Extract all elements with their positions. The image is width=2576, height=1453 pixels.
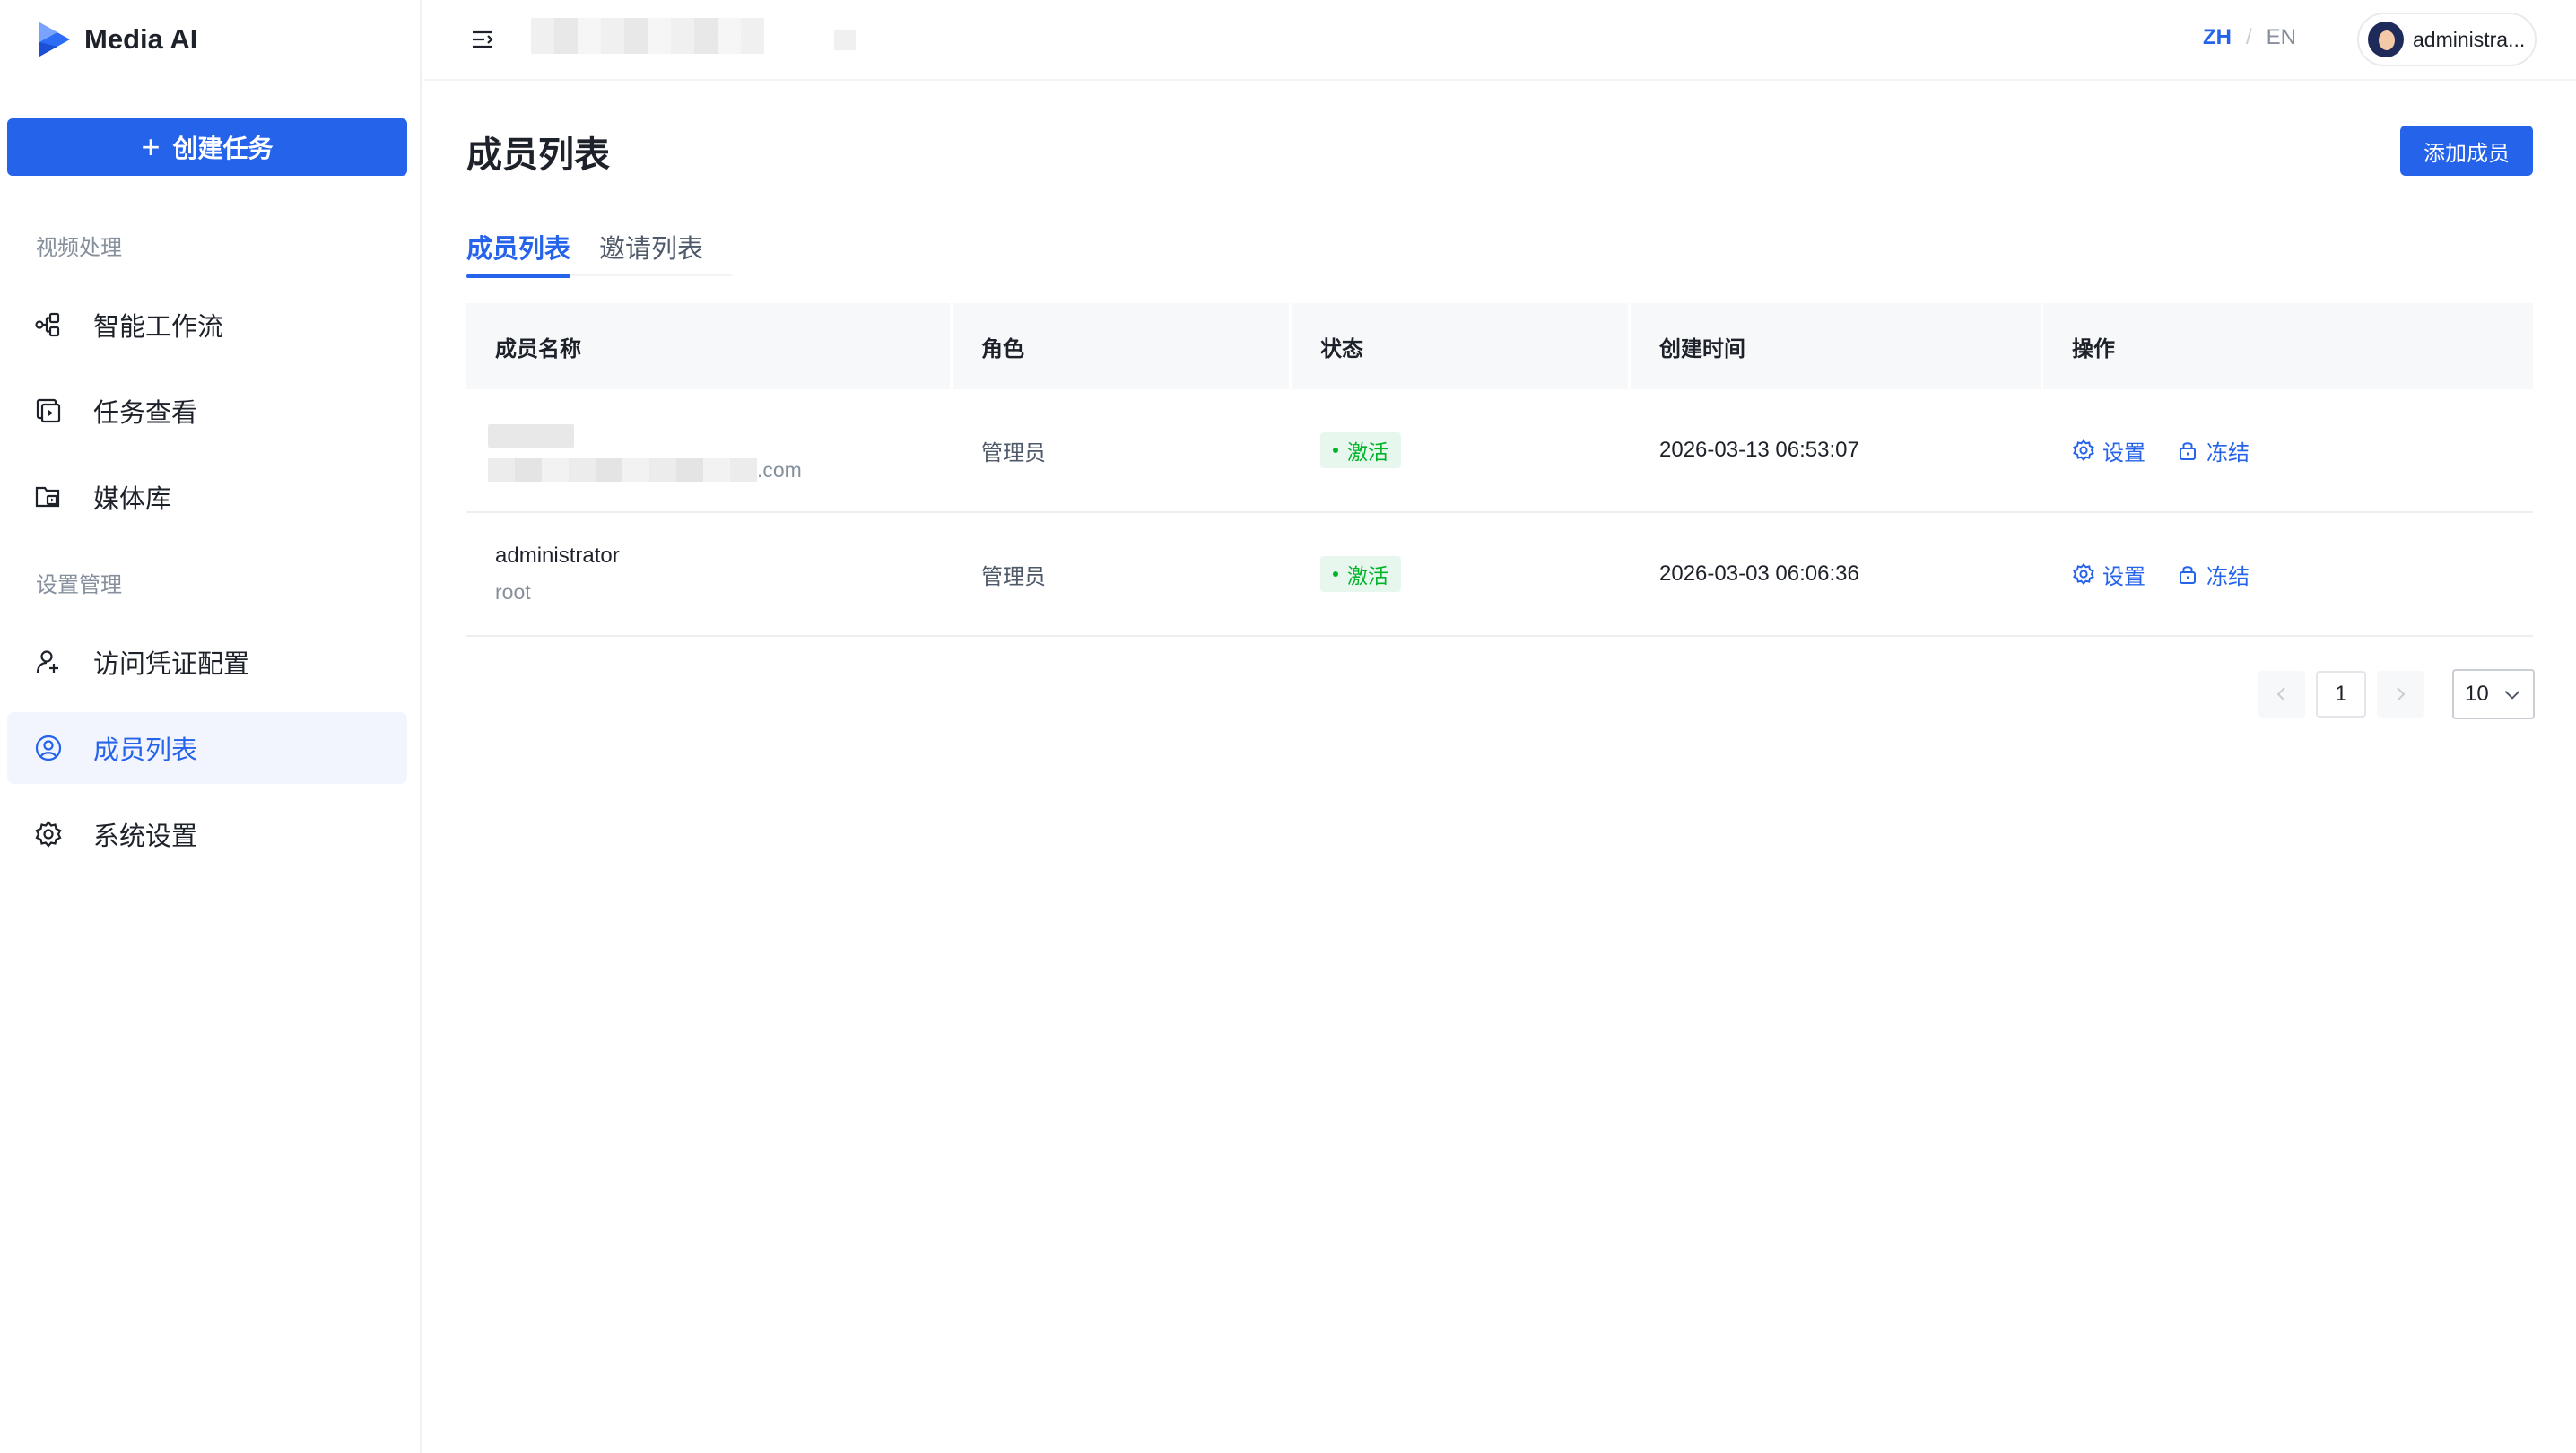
sidebar-item-label: 系统设置 [93, 822, 198, 851]
redacted-mark [834, 30, 856, 50]
task-icon [36, 398, 61, 423]
status-label: 激活 [1347, 564, 1388, 587]
tab-member-list[interactable]: 成员列表 [466, 221, 571, 278]
settings-action[interactable]: 设置 [2072, 435, 2145, 466]
top-header: ZH / EN administra... [423, 0, 2576, 81]
column-header-role: 角色 [953, 303, 1292, 389]
status-dot-icon [1333, 448, 1338, 453]
settings-action-label: 设置 [2102, 564, 2145, 589]
column-header-name: 成员名称 [466, 303, 953, 389]
freeze-action-label: 冻结 [2206, 564, 2250, 589]
sidebar-item-label: 成员列表 [93, 736, 198, 765]
column-header-actions: 操作 [2072, 336, 2115, 361]
member-name-cell: .com [466, 389, 953, 511]
tab-invite-list[interactable]: 邀请列表 [599, 221, 703, 276]
brand-logo[interactable]: Media AI [34, 18, 197, 61]
column-header-status: 状态 [1292, 303, 1631, 389]
play-logo-icon [39, 22, 70, 57]
plus-icon: + [141, 128, 161, 165]
credential-icon [36, 650, 58, 674]
sidebar-item-label: 媒体库 [93, 485, 172, 514]
sidebar-item-credentials[interactable]: 访问凭证配置 [7, 626, 407, 698]
user-name: administra... [2413, 27, 2526, 51]
sidebar-item-tasks[interactable]: 任务查看 [7, 375, 407, 447]
page-size-select[interactable]: 10 [2452, 669, 2535, 719]
member-name: administrator [495, 544, 620, 568]
settings-action-label: 设置 [2102, 440, 2145, 465]
lang-separator: / [2246, 25, 2252, 49]
table-row: .com 管理员 激活 2026-03-13 06:53:07 设置 冻结 [466, 389, 2533, 513]
avatar [2368, 22, 2404, 57]
user-menu[interactable]: administra... [2357, 13, 2537, 66]
add-member-button[interactable]: 添加成员 [2400, 126, 2533, 176]
chevron-down-icon [2504, 690, 2520, 700]
created-time: 2026-03-03 06:06:36 [1659, 561, 1859, 586]
brand-name: Media AI [84, 23, 198, 55]
table-row: administrator root 管理员 激活 2026-03-03 06:… [466, 513, 2533, 637]
member-name-cell: administrator root [466, 513, 953, 635]
lang-zh-option[interactable]: ZH [2203, 25, 2232, 50]
lock-icon [2180, 566, 2196, 584]
lang-en-option[interactable]: EN [2267, 25, 2296, 50]
status-label: 激活 [1347, 440, 1388, 464]
sidebar: Media AI + 创建任务 视频处理 智能工作流 任务查看 媒体库 设置管理 [0, 0, 422, 1453]
sidebar-item-media-library[interactable]: 媒体库 [7, 461, 407, 533]
table-header: 成员名称 角色 状态 创建时间 操作 [466, 303, 2533, 389]
sidebar-item-label: 访问凭证配置 [93, 650, 250, 679]
redacted-email: .com [488, 458, 802, 483]
created-time: 2026-03-13 06:53:07 [1659, 438, 1859, 462]
page-size-value: 10 [2465, 682, 2489, 706]
freeze-action-label: 冻结 [2206, 440, 2250, 465]
lock-icon [2180, 442, 2196, 460]
page-title: 成员列表 [466, 135, 610, 175]
next-page-button[interactable] [2377, 671, 2424, 718]
tab-bar: 成员列表 邀请列表 [466, 221, 733, 278]
sidebar-item-workflow[interactable]: 智能工作流 [7, 289, 407, 361]
gear-icon [35, 821, 62, 848]
page-number-button[interactable]: 1 [2316, 671, 2366, 718]
prev-page-button[interactable] [2258, 671, 2305, 718]
status-badge: 激活 [1320, 432, 1401, 468]
redacted-email-bar [488, 458, 757, 482]
gear-icon [2073, 439, 2094, 462]
section-label-settings: 设置管理 [36, 573, 122, 597]
sidebar-item-members[interactable]: 成员列表 [7, 712, 407, 784]
settings-action[interactable]: 设置 [2072, 559, 2145, 590]
status-dot-icon [1333, 571, 1338, 577]
create-task-button[interactable]: + 创建任务 [7, 118, 407, 176]
freeze-action[interactable]: 冻结 [2176, 559, 2250, 590]
workflow-icon [35, 312, 60, 337]
section-label-video: 视频处理 [36, 236, 122, 260]
menu-collapse-icon[interactable] [468, 25, 497, 54]
chevron-left-icon [2276, 687, 2285, 701]
member-role: 管理员 [981, 564, 1046, 589]
email-suffix: .com [757, 457, 802, 482]
member-role: 管理员 [981, 440, 1046, 465]
sidebar-item-label: 智能工作流 [93, 313, 224, 342]
status-badge: 激活 [1320, 556, 1401, 592]
column-header-created: 创建时间 [1631, 303, 2043, 389]
member-icon [35, 735, 62, 761]
redacted-breadcrumb [531, 18, 764, 54]
sidebar-item-label: 任务查看 [93, 399, 198, 428]
member-subtitle: root [495, 580, 531, 604]
status-cell: 激活 [1292, 513, 1631, 635]
actions-cell: 设置 冻结 [2043, 389, 2533, 511]
pagination: 1 10 [2258, 669, 2535, 719]
actions-cell: 设置 冻结 [2043, 513, 2533, 635]
sidebar-item-system-settings[interactable]: 系统设置 [7, 798, 407, 870]
member-table: 成员名称 角色 状态 创建时间 操作 .com 管理员 激活 2026-03-1… [466, 303, 2533, 637]
status-cell: 激活 [1292, 389, 1631, 511]
gear-icon [2073, 562, 2094, 586]
create-task-label: 创建任务 [172, 135, 274, 162]
language-switcher: ZH / EN [2203, 25, 2296, 50]
media-library-icon [35, 486, 60, 508]
redacted-name [488, 423, 574, 448]
freeze-action[interactable]: 冻结 [2176, 435, 2250, 466]
chevron-right-icon [2397, 687, 2406, 701]
